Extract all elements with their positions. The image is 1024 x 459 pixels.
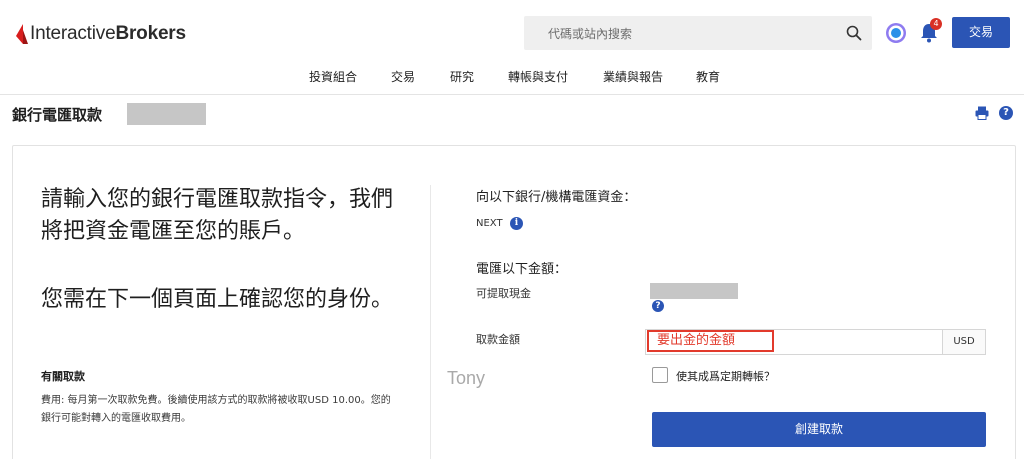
create-withdrawal-button[interactable]: 創建取款 bbox=[652, 412, 986, 447]
page-title: 銀行電匯取款 bbox=[12, 106, 103, 124]
nav-item-trade[interactable]: 交易 bbox=[391, 68, 415, 85]
bank-name: NEXT bbox=[476, 218, 503, 229]
handwritten-signature: Tony bbox=[447, 368, 486, 388]
wire-destination-label: 向以下銀行/機構電匯資金： bbox=[476, 190, 637, 205]
search-input[interactable]: 代碼或站內搜索 bbox=[548, 25, 632, 42]
nav-divider bbox=[0, 94, 1024, 95]
search-icon[interactable] bbox=[846, 25, 862, 41]
notification-badge: 4 bbox=[930, 18, 942, 30]
recurring-transfer-label: 使其成爲定期轉帳？ bbox=[676, 370, 775, 383]
nav-item-transfer-pay[interactable]: 轉帳與支付 bbox=[508, 68, 568, 85]
ib-logo[interactable]: InteractiveBrokers bbox=[14, 22, 186, 46]
assistant-icon[interactable] bbox=[885, 22, 907, 44]
currency-unit: USD bbox=[943, 329, 986, 355]
print-icon[interactable] bbox=[975, 106, 989, 120]
column-divider bbox=[430, 185, 431, 459]
ib-logo-text: InteractiveBrokers bbox=[30, 23, 186, 44]
help-icon[interactable]: ? bbox=[999, 106, 1013, 120]
available-cash-label: 可提取現金 bbox=[476, 287, 531, 300]
withdraw-amount-label: 取款金額 bbox=[476, 333, 520, 346]
available-cash-help-icon[interactable]: ? bbox=[652, 300, 664, 312]
redacted-account-id bbox=[127, 103, 206, 125]
wire-amount-label: 電匯以下金額： bbox=[476, 262, 568, 277]
nav-item-portfolio[interactable]: 投資組合 bbox=[309, 68, 357, 85]
recurring-transfer-checkbox[interactable] bbox=[652, 367, 668, 383]
site-search[interactable]: 代碼或站內搜索 bbox=[524, 16, 872, 50]
intro-instruction: 請輸入您的銀行電匯取款指令，我們將把資金電匯至您的賬戶。 bbox=[41, 187, 394, 244]
main-nav: 投資組合 交易 研究 轉帳與支付 業績與報告 教育 bbox=[0, 68, 1024, 92]
about-withdrawal-heading: 有關取款 bbox=[41, 370, 85, 383]
info-icon[interactable]: i bbox=[510, 217, 523, 230]
amount-annotation: 要出金的金額 bbox=[647, 330, 774, 352]
nav-item-performance-reports[interactable]: 業績與報告 bbox=[603, 68, 663, 85]
ib-logo-flame-icon bbox=[16, 24, 28, 44]
fee-description: 費用: 每月第一次取款免費。後續使用該方式的取款將被收取USD 10.00。您的… bbox=[41, 395, 391, 424]
identity-confirmation-note: 您需在下一個頁面上確認您的身份。 bbox=[41, 287, 394, 312]
redacted-available-cash bbox=[650, 283, 738, 299]
trade-button[interactable]: 交易 bbox=[952, 17, 1010, 48]
nav-item-education[interactable]: 教育 bbox=[696, 68, 720, 85]
nav-item-research[interactable]: 研究 bbox=[450, 68, 474, 85]
